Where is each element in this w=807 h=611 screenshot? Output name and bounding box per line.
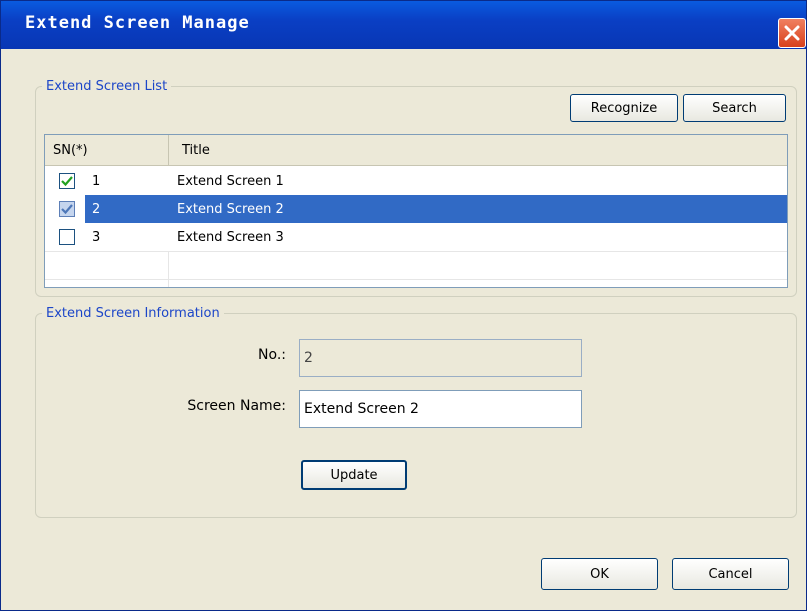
close-icon [784, 25, 800, 41]
column-header-title-label: Title [182, 142, 210, 158]
no-label: No.: [258, 347, 286, 363]
column-header-title[interactable]: Title [168, 135, 787, 166]
window-title: Extend Screen Manage [25, 13, 250, 33]
row-sn: 3 [92, 229, 101, 245]
cancel-button[interactable]: Cancel [672, 558, 789, 590]
grid-line [45, 279, 787, 280]
checkmark-icon [61, 176, 73, 187]
column-header-sn-label: SN(*) [53, 142, 88, 158]
extend-screen-information-legend: Extend Screen Information [46, 306, 220, 321]
update-button[interactable]: Update [301, 460, 407, 490]
table-row-selected[interactable]: 2 Extend Screen 2 [45, 195, 787, 223]
row-checkbox[interactable] [59, 201, 75, 217]
row-title: Extend Screen 3 [177, 229, 284, 245]
screen-name-input[interactable]: Extend Screen 2 [299, 390, 582, 428]
screen-name-label: Screen Name: [187, 398, 286, 414]
row-sn: 1 [92, 173, 101, 189]
extend-screen-table[interactable]: SN(*) Title 1 Extend Screen 1 2 Extend S… [44, 134, 788, 288]
table-row[interactable]: 1 Extend Screen 1 [45, 167, 787, 195]
extend-screen-list-legend: Extend Screen List [46, 79, 168, 94]
no-field: 2 [299, 339, 582, 377]
title-bar[interactable]: Extend Screen Manage [1, 1, 806, 49]
checkmark-icon [61, 204, 73, 215]
ok-button[interactable]: OK [541, 558, 658, 590]
column-divider [168, 251, 169, 287]
table-row[interactable]: 3 Extend Screen 3 [45, 223, 787, 251]
grid-line [45, 251, 787, 252]
no-value: 2 [304, 350, 313, 366]
row-checkbox[interactable] [59, 173, 75, 189]
row-checkbox[interactable] [59, 229, 75, 245]
screen-name-value: Extend Screen 2 [304, 401, 419, 417]
search-button[interactable]: Search [683, 94, 786, 122]
close-button[interactable] [778, 18, 806, 48]
row-title: Extend Screen 2 [177, 201, 284, 217]
row-sn: 2 [92, 201, 101, 217]
column-header-sn[interactable]: SN(*) [45, 135, 168, 166]
row-title: Extend Screen 1 [177, 173, 284, 189]
recognize-button[interactable]: Recognize [570, 94, 678, 122]
